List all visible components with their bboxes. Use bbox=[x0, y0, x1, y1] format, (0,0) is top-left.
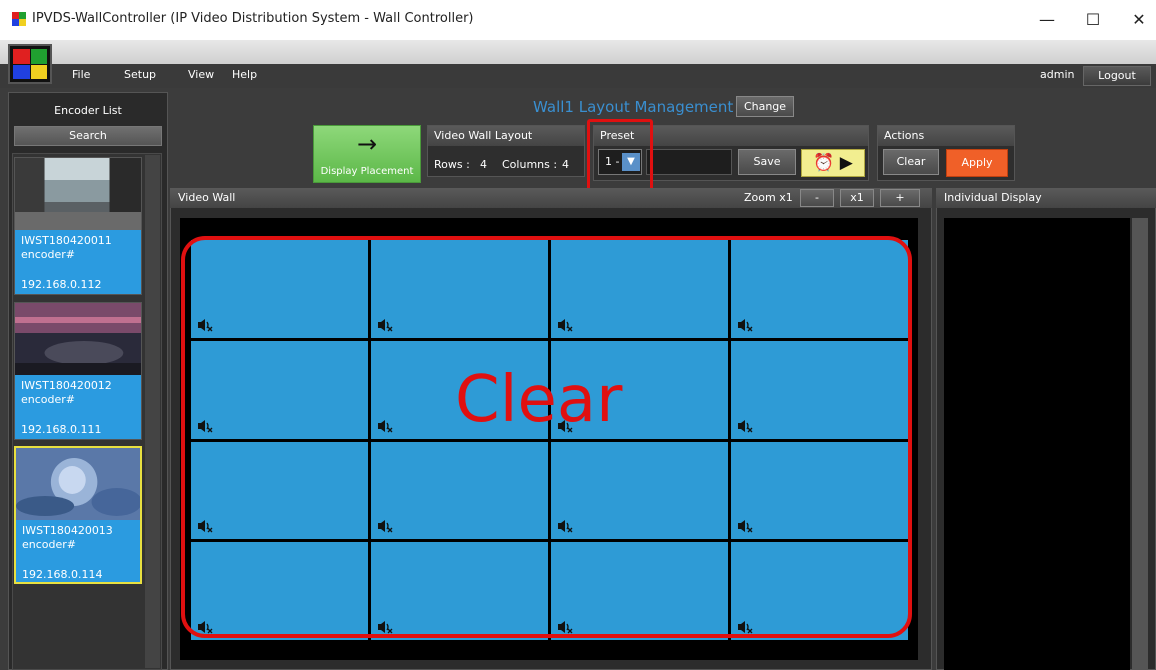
encoder-ip: 192.168.0.114 bbox=[22, 568, 103, 581]
play-icon: ▶ bbox=[839, 153, 853, 173]
zoom-reset-button[interactable]: x1 bbox=[840, 189, 874, 207]
rows-label: Rows : bbox=[434, 158, 470, 171]
menu-setup[interactable]: Setup bbox=[124, 68, 156, 81]
encoder-ip: 192.168.0.112 bbox=[21, 278, 102, 291]
schedule-play-button[interactable]: ⏰ ▶ bbox=[801, 149, 865, 177]
title-bar: IPVDS-WallController (IP Video Distribut… bbox=[0, 0, 1156, 40]
brand-logo-icon bbox=[8, 44, 52, 84]
minimize-button[interactable]: — bbox=[1032, 8, 1062, 32]
apply-button[interactable]: Apply bbox=[946, 149, 1008, 177]
encoder-name: IWST180420013 encoder# bbox=[22, 524, 113, 551]
arrow-right-icon: → bbox=[356, 130, 378, 158]
window-title: IPVDS-WallController (IP Video Distribut… bbox=[32, 11, 474, 26]
preset-name-input[interactable] bbox=[646, 149, 732, 175]
toolbar-strip bbox=[0, 40, 1156, 64]
display-placement-label: Display Placement bbox=[320, 166, 414, 177]
individual-display-title: Individual Display bbox=[936, 188, 1156, 208]
logout-button[interactable]: Logout bbox=[1083, 66, 1151, 86]
actions-heading: Actions bbox=[878, 126, 1014, 146]
encoder-name: IWST180420011 encoder# bbox=[21, 234, 112, 261]
individual-display-canvas bbox=[944, 218, 1130, 670]
clear-annotation-text: Clear bbox=[455, 363, 623, 437]
video-wall-layout-heading: Video Wall Layout bbox=[428, 126, 584, 146]
save-preset-button[interactable]: Save bbox=[738, 149, 796, 175]
layout-management-title: Wall1 Layout Management bbox=[533, 98, 734, 116]
columns-label: Columns : bbox=[502, 158, 558, 171]
close-button[interactable]: ✕ bbox=[1124, 8, 1154, 32]
individual-display-scrollbar[interactable] bbox=[1132, 218, 1148, 670]
encoder-card[interactable]: IWST180420011 encoder# 192.168.0.112 bbox=[14, 157, 142, 295]
maximize-button[interactable]: ☐ bbox=[1078, 8, 1108, 32]
zoom-label: Zoom x1 bbox=[744, 191, 793, 204]
menu-bar bbox=[0, 64, 1156, 88]
alarm-clock-icon: ⏰ bbox=[813, 153, 835, 173]
encoder-list-title: Encoder List bbox=[54, 104, 122, 117]
change-button[interactable]: Change bbox=[736, 96, 794, 117]
menu-file[interactable]: File bbox=[72, 68, 90, 81]
zoom-out-button[interactable]: - bbox=[800, 189, 834, 207]
encoder-name: IWST180420012 encoder# bbox=[21, 379, 112, 406]
encoder-card[interactable]: IWST180420012 encoder# 192.168.0.111 bbox=[14, 302, 142, 440]
user-label: admin bbox=[1040, 68, 1075, 81]
menu-view[interactable]: View bbox=[188, 68, 214, 81]
encoder-card-selected[interactable]: IWST180420013 encoder# 192.168.0.114 bbox=[14, 446, 142, 584]
app-logo-icon bbox=[12, 12, 26, 26]
search-button[interactable]: Search bbox=[14, 126, 162, 146]
rows-value: 4 bbox=[480, 158, 487, 171]
encoder-list-scrollbar[interactable] bbox=[145, 155, 160, 668]
encoder-thumbnail bbox=[15, 158, 141, 230]
columns-value: 4 bbox=[562, 158, 569, 171]
display-placement-button[interactable]: → Display Placement bbox=[313, 125, 421, 183]
menu-help[interactable]: Help bbox=[232, 68, 257, 81]
encoder-thumbnail bbox=[16, 448, 140, 520]
zoom-in-button[interactable]: + bbox=[880, 189, 920, 207]
encoder-thumbnail bbox=[15, 303, 141, 375]
clear-button[interactable]: Clear bbox=[883, 149, 939, 175]
encoder-ip: 192.168.0.111 bbox=[21, 423, 102, 436]
